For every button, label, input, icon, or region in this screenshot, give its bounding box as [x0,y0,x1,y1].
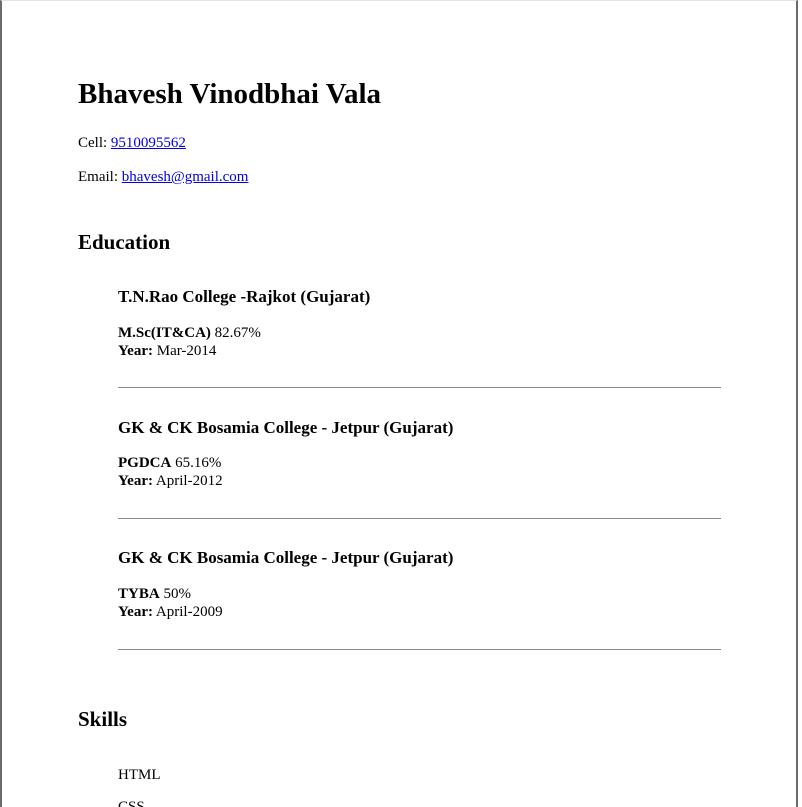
education-degree-line: TYBA 50% [118,585,191,603]
email-label: Email: [78,169,122,185]
education-divider [118,387,721,388]
education-score: 82.67% [210,325,261,341]
education-school: T.N.Rao College -Rajkot (Gujarat) [118,287,371,306]
document-frame: Bhavesh Vinodbhai Vala Cell: 9510095562 … [0,0,798,807]
education-year-label: Year: [118,473,153,489]
education-heading: Education [78,230,171,254]
education-year-label: Year: [118,343,153,359]
education-year-line: Year: April-2012 [118,472,223,490]
education-year: April-2012 [152,473,223,489]
education-degree: M.Sc(IT&CA) [118,325,211,341]
email-line: Email: bhavesh@gmail.com [78,168,248,186]
education-score: 50% [159,586,191,602]
cell-label: Cell: [78,135,111,151]
skill-item: CSS [118,799,145,807]
skills-heading: Skills [78,707,128,731]
education-school: GK & CK Bosamia College - Jetpur (Gujara… [118,418,454,437]
education-divider [118,649,721,650]
education-degree-line: PGDCA 65.16% [118,454,221,472]
education-year-line: Year: Mar-2014 [118,342,216,360]
education-year: April-2009 [152,604,223,620]
education-degree: TYBA [118,586,160,602]
education-year-line: Year: April-2009 [118,603,223,621]
education-degree-line: M.Sc(IT&CA) 82.67% [118,324,261,342]
skill-item: HTML [118,767,161,783]
cell-line: Cell: 9510095562 [78,134,186,152]
email-link[interactable]: bhavesh@gmail.com [122,169,249,185]
education-year: Mar-2014 [152,343,217,359]
resume-name: Bhavesh Vinodbhai Vala [78,78,382,110]
education-divider [118,518,721,519]
cell-phone-link[interactable]: 9510095562 [111,135,186,151]
education-school: GK & CK Bosamia College - Jetpur (Gujara… [118,548,454,567]
education-score: 65.16% [171,455,222,471]
education-degree: PGDCA [118,455,172,471]
education-year-label: Year: [118,604,153,620]
